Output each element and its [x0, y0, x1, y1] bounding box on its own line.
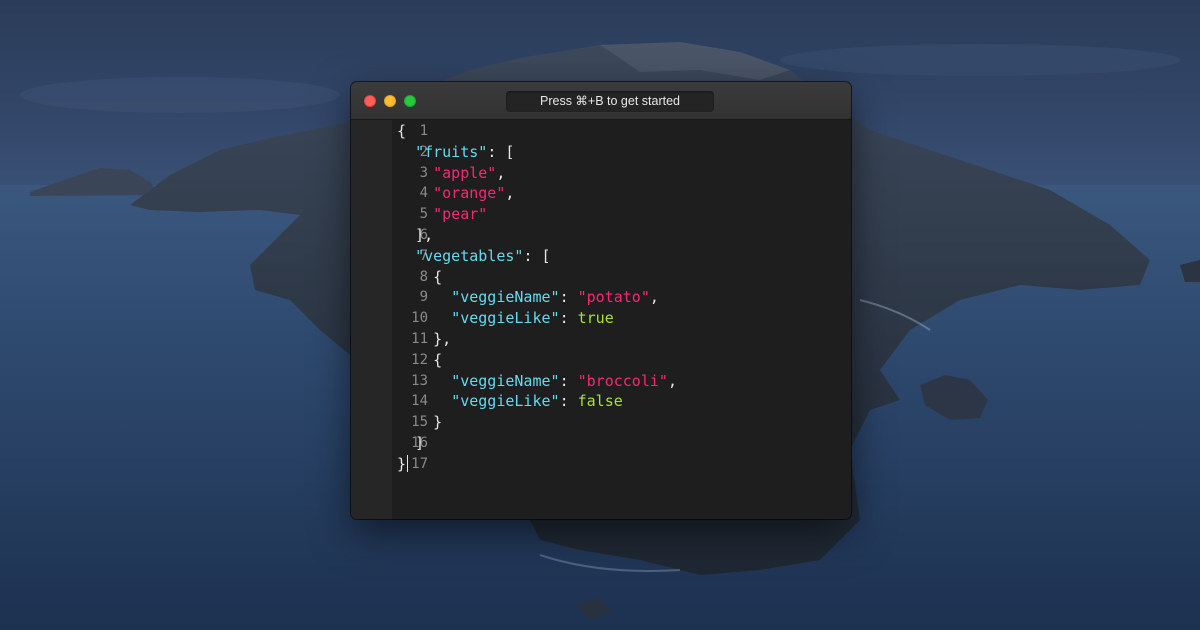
json-punctuation: , [667, 371, 677, 390]
json-punctuation: } [397, 413, 443, 432]
code-line[interactable]: "orange", [397, 183, 677, 204]
json-boolean: false [577, 392, 623, 411]
editor-window: Press ⌘+B to get started 1 2 3 4 5 6 7 8 9 10 11 12… [351, 82, 851, 519]
code-line[interactable]: "veggieLike": true [397, 308, 677, 329]
minimize-window-button[interactable] [384, 95, 396, 107]
code-line[interactable]: "fruits": [ [397, 142, 677, 163]
get-started-hint: Press ⌘+B to get started [506, 91, 714, 112]
json-key: "veggieLike" [451, 392, 560, 411]
json-punctuation [397, 164, 433, 182]
json-punctuation [397, 247, 415, 265]
json-punctuation [397, 184, 433, 202]
line-number-gutter: 1 2 3 4 5 6 7 8 9 10 11 12 13 14 15 16 17 [351, 120, 428, 519]
json-punctuation: { [397, 350, 443, 369]
json-key: "vegetables" [415, 246, 524, 265]
code-line[interactable]: { [397, 267, 677, 288]
json-punctuation: , [505, 184, 515, 203]
code-lines[interactable]: { "fruits": [ "apple", "orange", "pear" … [397, 121, 677, 475]
json-key: "veggieName" [451, 288, 560, 307]
json-punctuation: { [397, 267, 443, 286]
json-key: "fruits" [415, 142, 488, 161]
json-punctuation: ] [397, 433, 425, 452]
json-string: "broccoli" [577, 371, 668, 390]
json-string: "apple" [433, 163, 497, 182]
json-punctuation [397, 143, 415, 161]
json-key: "veggieName" [451, 371, 560, 390]
json-punctuation [397, 392, 451, 410]
code-line[interactable]: }, [397, 329, 677, 350]
code-line[interactable]: } [397, 412, 677, 433]
json-boolean: true [577, 309, 614, 328]
code-line[interactable]: "vegetables": [ [397, 246, 677, 267]
code-line[interactable]: } [397, 454, 677, 475]
code-editor[interactable]: 1 2 3 4 5 6 7 8 9 10 11 12 13 14 15 16 17 { "fruits": [ … [351, 120, 851, 519]
code-line[interactable]: "veggieLike": false [397, 391, 677, 412]
json-punctuation: { [397, 122, 407, 140]
json-key: "veggieLike" [451, 309, 560, 328]
json-punctuation: : [ [487, 142, 515, 161]
zoom-window-button[interactable] [404, 95, 416, 107]
json-punctuation: , [649, 288, 659, 307]
code-line[interactable]: "veggieName": "potato", [397, 287, 677, 308]
json-punctuation: }, [397, 329, 452, 348]
json-string: "pear" [433, 205, 488, 224]
code-line[interactable]: { [397, 350, 677, 371]
text-cursor [407, 454, 409, 472]
json-punctuation: : [559, 392, 578, 411]
code-line[interactable]: "pear" [397, 204, 677, 225]
window-titlebar[interactable]: Press ⌘+B to get started [351, 82, 851, 120]
json-punctuation: : [559, 371, 578, 390]
json-punctuation: ], [397, 225, 434, 244]
json-punctuation [397, 309, 451, 327]
json-punctuation: , [496, 163, 506, 182]
code-line[interactable]: { [397, 121, 677, 142]
code-line[interactable]: "apple", [397, 163, 677, 184]
json-punctuation: : [559, 288, 578, 307]
json-punctuation [397, 205, 433, 223]
json-punctuation: : [559, 309, 578, 328]
json-string: "orange" [433, 184, 506, 203]
json-punctuation: } [397, 454, 407, 473]
json-punctuation [397, 288, 451, 306]
json-punctuation: : [ [523, 246, 551, 265]
code-line[interactable]: ] [397, 433, 677, 454]
code-line[interactable]: "veggieName": "broccoli", [397, 371, 677, 392]
json-punctuation [397, 372, 451, 390]
code-line[interactable]: ], [397, 225, 677, 246]
close-window-button[interactable] [364, 95, 376, 107]
json-string: "potato" [577, 288, 650, 307]
